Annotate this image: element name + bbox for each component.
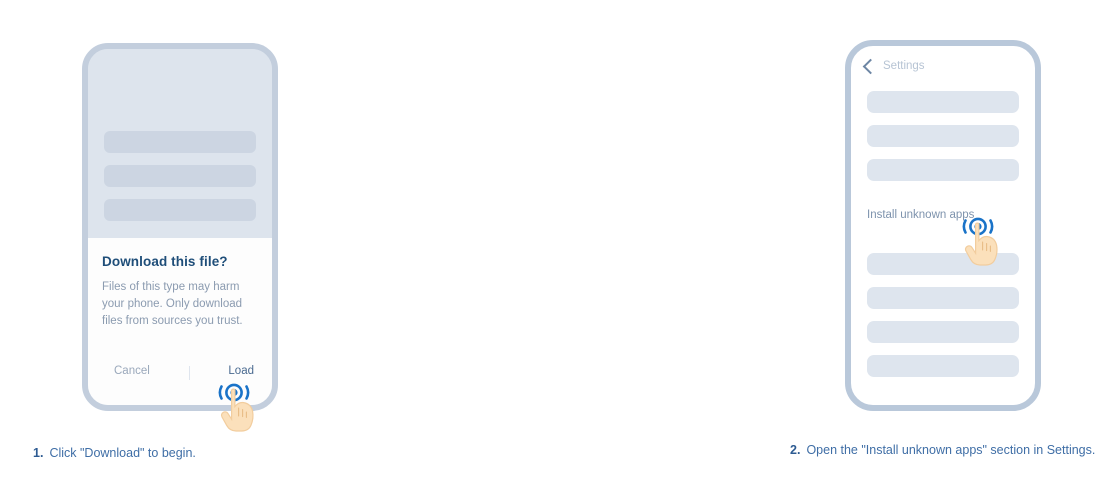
action-divider — [189, 366, 190, 380]
tutorial-stage: Download this file? Files of this type m… — [0, 0, 1100, 504]
step-caption-text: Click "Download" to begin. — [49, 446, 196, 460]
download-dialog: Download this file? Files of this type m… — [88, 238, 272, 405]
skeleton-row — [104, 199, 256, 221]
step-1-caption: 1. Click "Download" to begin. — [33, 444, 333, 462]
dialog-title: Download this file? — [102, 254, 228, 269]
phone-mockup-1: Download this file? Files of this type m… — [82, 43, 278, 411]
step-3: Install unknown apps Allow app installat… — [765, 0, 1100, 504]
load-button[interactable]: Load — [228, 365, 254, 377]
skeleton-row — [104, 165, 256, 187]
skeleton-row — [104, 131, 256, 153]
cancel-button[interactable]: Cancel — [114, 365, 150, 377]
step-2: Settings Install unknown apps 2. Open th… — [390, 0, 1095, 504]
phone-1-screen: Download this file? Files of this type m… — [88, 49, 272, 405]
dialog-body-text: Files of this type may harm your phone. … — [102, 281, 243, 327]
tap-hand-icon — [212, 381, 266, 445]
step-number: 1. — [33, 446, 44, 460]
step-1: Download this file? Files of this type m… — [0, 0, 390, 504]
